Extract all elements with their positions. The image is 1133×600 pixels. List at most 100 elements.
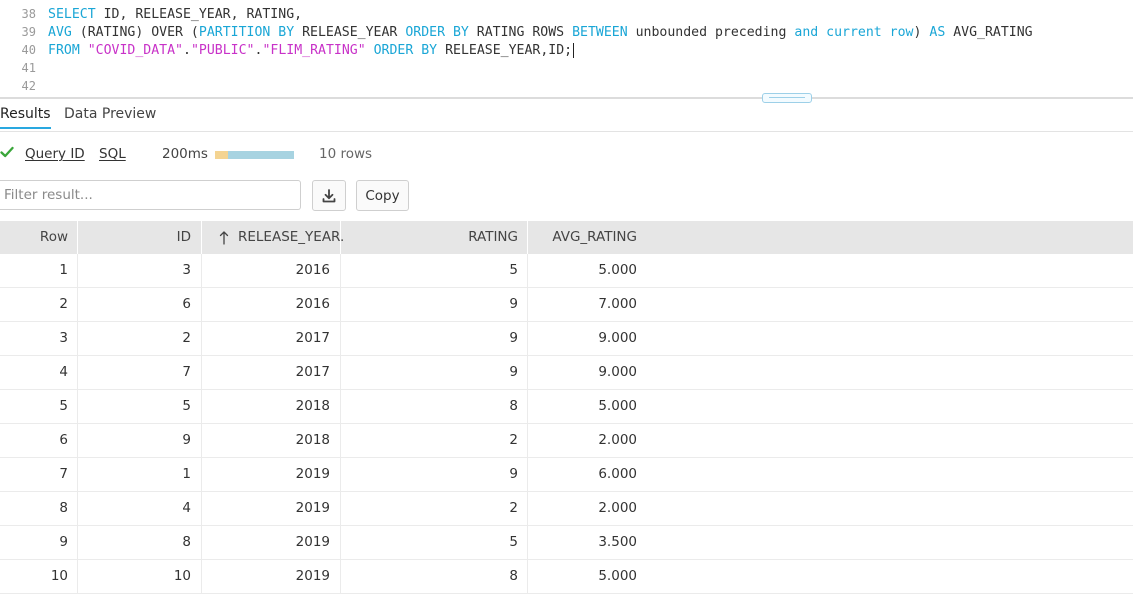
sql-keyword: ORDER BY [373,43,438,58]
table-row[interactable]: 3 2 2017 9 9.000 [0,322,1133,356]
sql-string: "COVID_DATA" [87,43,183,58]
cell-avg-rating: 2.000 [598,500,637,516]
line-number: 38 [21,7,36,21]
cell-avg-rating: 2.000 [598,432,637,448]
cell-rating: 8 [341,390,528,423]
cell-row-number: 8 [0,492,78,525]
header-release-year-label: RELEASE_YEAR. [238,229,345,245]
cell-release-year: 2018 [202,390,341,423]
tab-data-preview[interactable]: Data Preview [64,106,156,122]
cell-row-number: 2 [0,288,78,321]
cell-row-number: 10 [0,560,78,593]
sql-text: unbounded preceding [627,25,795,40]
download-icon [322,188,336,202]
sql-editor[interactable]: 38 SELECT ID, RELEASE_YEAR, RATING, 39 AVG … [0,0,1133,98]
cell-release-year: 2017 [202,322,341,355]
cell-id: 1 [78,458,202,491]
sql-link[interactable]: SQL [99,146,126,162]
table-row[interactable]: 9 8 2019 5 3.500 [0,526,1133,560]
cell-release-year: 2019 [202,458,341,491]
row-count: 10 rows [319,146,373,162]
pane-splitter[interactable] [0,97,1133,99]
cell-avg-rating: 9.000 [598,330,637,346]
header-row[interactable]: Row [0,221,78,254]
duration-bar [215,151,294,159]
editor-line[interactable]: 39 AVG (RATING) OVER (PARTITION BY RELEAS… [0,23,1033,41]
sql-keyword: ORDER BY [405,25,469,40]
download-button[interactable] [312,180,346,211]
text-cursor [573,42,575,58]
cell-avg-rating: 3.500 [598,534,637,550]
cell-release-year: 2016 [202,288,341,321]
sort-ascending-icon[interactable] [218,221,230,254]
editor-line[interactable]: 41 [0,59,48,77]
line-number: 41 [21,61,36,75]
cell-id: 10 [78,560,202,593]
cell-id: 3 [78,254,202,287]
cell-row-number: 5 [0,390,78,423]
query-id-link[interactable]: Query ID [25,146,85,162]
results-tabs: Results Data Preview [0,100,1133,132]
cell-id: 6 [78,288,202,321]
sql-keyword: SELECT [48,7,96,22]
cell-row-number: 1 [0,254,78,287]
cell-id: 2 [78,322,202,355]
cell-rating: 8 [341,560,528,593]
editor-line[interactable]: 42 [0,77,48,95]
cell-rating: 2 [341,492,528,525]
header-rating[interactable]: RATING [341,221,528,254]
editor-line[interactable]: 38 SELECT ID, RELEASE_YEAR, RATING, [0,5,303,23]
table-row[interactable]: 6 9 2018 2 2.000 [0,424,1133,458]
query-status-bar: Query ID SQL 200ms 10 rows [0,144,600,166]
cell-avg-rating: 6.000 [598,466,637,482]
cell-id: 5 [78,390,202,423]
cell-rating: 9 [341,458,528,491]
cell-avg-rating: 5.000 [598,262,637,278]
table-row[interactable]: 1 3 2016 5 5.000 [0,254,1133,288]
table-row[interactable]: 7 1 2019 9 6.000 [0,458,1133,492]
cell-id: 9 [78,424,202,457]
line-number: 40 [21,43,36,57]
sql-keyword: current row [826,25,914,40]
header-release-year[interactable]: RELEASE_YEAR. [202,221,345,254]
header-id[interactable]: ID [78,221,202,254]
cell-row-number: 7 [0,458,78,491]
cell-release-year: 2019 [202,560,341,593]
cell-rating: 2 [341,424,528,457]
sql-keyword: AS [929,25,946,40]
editor-line[interactable]: 40 FROM "COVID_DATA"."PUBLIC"."FLIM_RATIN… [0,41,575,59]
cell-release-year: 2019 [202,526,341,559]
cell-row-number: 6 [0,424,78,457]
sql-text: RATING ROWS [468,25,573,40]
cell-id: 7 [78,356,202,389]
cell-rating: 9 [341,322,528,355]
cell-row-number: 9 [0,526,78,559]
cell-release-year: 2018 [202,424,341,457]
table-row[interactable]: 5 5 2018 8 5.000 [0,390,1133,424]
table-row[interactable]: 4 7 2017 9 9.000 [0,356,1133,390]
cell-avg-rating: 5.000 [598,398,637,414]
table-row[interactable]: 10 10 2019 8 5.000 [0,560,1133,594]
cell-release-year: 2019 [202,492,341,525]
table-header: Row ID RELEASE_YEAR. RATING AVG_RATING [0,221,1133,254]
sql-text: (RATING) OVER ( [71,25,199,40]
sql-keyword: PARTITION BY [198,25,295,40]
table-row[interactable]: 2 6 2016 9 7.000 [0,288,1133,322]
cell-release-year: 2016 [202,254,341,287]
header-avg-rating[interactable]: AVG_RATING [528,221,646,254]
cell-rating: 5 [341,254,528,287]
cell-avg-rating: 9.000 [598,364,637,380]
filter-result-input[interactable] [0,180,301,210]
sql-text: RELEASE_YEAR,ID; [437,43,573,58]
table-row[interactable]: 8 4 2019 2 2.000 [0,492,1133,526]
line-number: 39 [21,25,36,39]
sql-string: "PUBLIC" [190,43,255,58]
copy-button[interactable]: Copy [356,180,409,211]
sql-string: "FLIM_RATING" [262,43,366,58]
tab-results[interactable]: Results [0,106,51,129]
sql-text: . [183,43,191,58]
sql-keyword: BETWEEN [572,25,628,40]
cell-avg-rating: 5.000 [598,568,637,584]
